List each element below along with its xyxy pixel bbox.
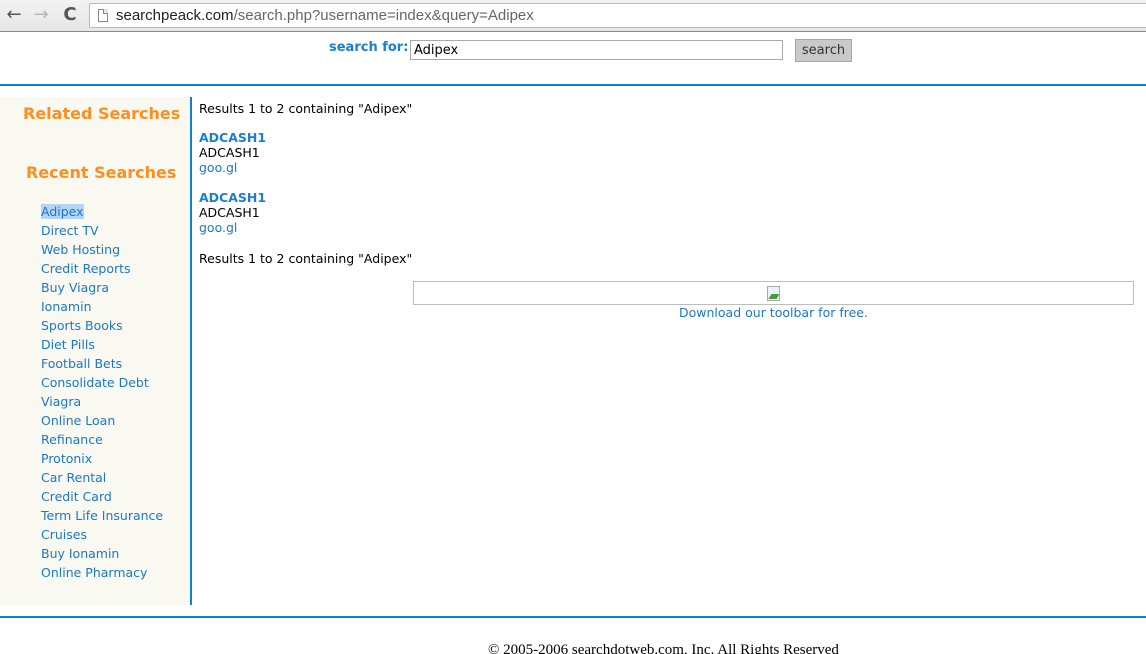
reload-icon[interactable]: C — [59, 4, 81, 26]
recent-search-label: Web Hosting — [41, 242, 121, 257]
result-title-link[interactable]: ADCASH1 — [199, 130, 499, 145]
recent-search-link[interactable]: Diet Pills — [41, 336, 163, 355]
recent-search-link[interactable]: Cruises — [41, 526, 163, 545]
recent-search-label: Buy Ionamin — [41, 546, 120, 561]
url-text: searchpeack.com/search.php?username=inde… — [116, 7, 534, 24]
recent-search-label: Term Life Insurance — [41, 508, 164, 523]
search-button[interactable]: search — [795, 39, 852, 62]
recent-search-label: Refinance — [41, 432, 103, 447]
recent-searches-list: Adipex Direct TV Web Hosting Credit Reports… — [41, 203, 163, 583]
recent-search-link[interactable]: Direct TV — [41, 222, 163, 241]
sidebar-divider — [190, 97, 192, 605]
recent-search-label: Consolidate Debt — [41, 375, 149, 390]
search-label: search for: — [329, 40, 409, 55]
recent-search-link[interactable]: Online Pharmacy — [41, 564, 163, 583]
result-title-link[interactable]: ADCASH1 — [199, 190, 499, 205]
copyright-text: © 2005-2006 searchdotweb.com, Inc. All R… — [488, 642, 839, 654]
recent-search-link[interactable]: Buy Ionamin — [41, 545, 163, 564]
search-input[interactable] — [410, 40, 783, 60]
recent-search-link[interactable]: Car Rental — [41, 469, 163, 488]
recent-search-label: Credit Card — [41, 489, 112, 504]
top-divider — [0, 84, 1146, 86]
forward-arrow-icon[interactable]: → — [30, 4, 52, 26]
recent-search-link[interactable]: Viagra — [41, 393, 163, 412]
recent-search-link[interactable]: Consolidate Debt — [41, 374, 163, 393]
address-bar[interactable]: searchpeack.com/search.php?username=inde… — [89, 3, 1146, 28]
results-count-top: Results 1 to 2 containing "Adipex" — [199, 101, 413, 116]
search-form: search for: search — [0, 32, 1146, 84]
browser-toolbar: ← → C searchpeack.com/search.php?usernam… — [0, 0, 1146, 32]
recent-search-label: Buy Viagra — [41, 280, 110, 295]
recent-searches-heading: Recent Searches — [26, 163, 177, 182]
url-path: /search.php?username=index&query=Adipex — [233, 7, 534, 24]
recent-search-label: Cruises — [41, 527, 87, 542]
page-icon — [98, 9, 108, 22]
recent-search-link[interactable]: Refinance — [41, 431, 163, 450]
recent-search-label: Online Loan — [41, 413, 116, 428]
result-item: ADCASH1 ADCASH1 goo.gl — [199, 190, 499, 235]
result-description: ADCASH1 — [199, 205, 260, 220]
recent-search-link[interactable]: Credit Card — [41, 488, 163, 507]
recent-search-link[interactable]: Football Bets — [41, 355, 163, 374]
recent-search-label: Direct TV — [41, 223, 99, 238]
recent-search-link[interactable]: Sports Books — [41, 317, 163, 336]
recent-search-link[interactable]: Buy Viagra — [41, 279, 163, 298]
recent-search-label: Credit Reports — [41, 261, 131, 276]
recent-search-label: Sports Books — [41, 318, 123, 333]
recent-search-label: Football Bets — [41, 356, 123, 371]
recent-search-link[interactable]: Term Life Insurance — [41, 507, 163, 526]
recent-search-link[interactable]: Credit Reports — [41, 260, 163, 279]
results-count-bottom: Results 1 to 2 containing "Adipex" — [199, 251, 413, 266]
related-searches-heading: Related Searches — [23, 104, 181, 123]
download-toolbar-link[interactable]: Download our toolbar for free. — [413, 305, 1134, 320]
result-description: ADCASH1 — [199, 145, 260, 160]
recent-search-link[interactable]: Ionamin — [41, 298, 163, 317]
recent-search-label: Online Pharmacy — [41, 565, 148, 580]
recent-search-link[interactable]: Web Hosting — [41, 241, 163, 260]
back-arrow-icon[interactable]: ← — [3, 4, 25, 26]
recent-search-label: Car Rental — [41, 470, 107, 485]
recent-search-label: Diet Pills — [41, 337, 95, 352]
recent-search-label: Adipex — [41, 204, 84, 219]
result-item: ADCASH1 ADCASH1 goo.gl — [199, 130, 499, 175]
recent-search-link[interactable]: Online Loan — [41, 412, 163, 431]
broken-image-icon — [767, 285, 780, 301]
recent-search-link[interactable]: Protonix — [41, 450, 163, 469]
sidebar: Related Searches Recent Searches Adipex D… — [0, 97, 191, 605]
recent-search-link[interactable]: Adipex — [41, 203, 163, 222]
recent-search-label: Viagra — [41, 394, 82, 409]
recent-search-label: Ionamin — [41, 299, 92, 314]
toolbar-banner[interactable] — [413, 281, 1134, 305]
result-url-link[interactable]: goo.gl — [199, 220, 499, 235]
recent-search-label: Protonix — [41, 451, 93, 466]
bottom-divider — [0, 616, 1146, 618]
result-url-link[interactable]: goo.gl — [199, 160, 499, 175]
url-domain: searchpeack.com — [116, 7, 234, 24]
